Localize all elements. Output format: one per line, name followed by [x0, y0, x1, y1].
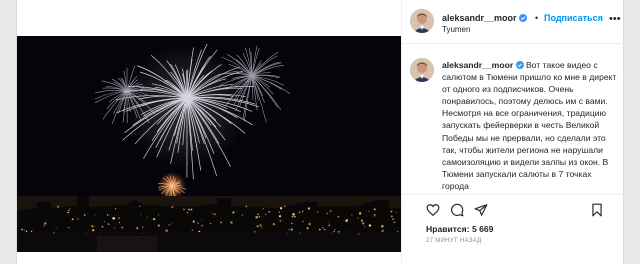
comment-icon[interactable]: [450, 203, 464, 217]
post-video[interactable]: [17, 36, 401, 252]
verified-badge-icon: [515, 61, 524, 69]
caption-body: aleksandr__moor Вот такое видео с салюто…: [442, 59, 618, 192]
avatar[interactable]: [410, 9, 434, 33]
author-username-text[interactable]: aleksandr__moor: [442, 13, 517, 23]
heart-icon[interactable]: [426, 203, 440, 217]
post-card: aleksandr__moor • Подписаться Tyumen •••: [16, 0, 626, 264]
bookmark-icon[interactable]: [590, 203, 604, 217]
profile-photo-icon: [410, 58, 434, 82]
paper-plane-icon[interactable]: [474, 203, 488, 217]
fireworks-video-frame: [17, 36, 401, 252]
caption-text: Вот такое видео с салютом в Тюмени пришл…: [442, 60, 617, 191]
post-timestamp[interactable]: 27 МИНУТ НАЗАД: [426, 238, 481, 244]
follow-button[interactable]: Подписаться: [544, 13, 603, 23]
verified-badge-icon: [519, 14, 528, 22]
header-separator: •: [535, 13, 539, 23]
caption-username[interactable]: aleksandr__moor: [442, 60, 513, 70]
location-link[interactable]: Tyumen: [442, 25, 470, 34]
more-options-icon[interactable]: •••: [609, 13, 621, 25]
post-caption: aleksandr__moor Вот такое видео с салюто…: [402, 44, 626, 194]
post-header: aleksandr__moor • Подписаться Tyumen •••: [402, 0, 626, 44]
profile-photo-icon: [410, 9, 434, 33]
post-sidebar: aleksandr__moor • Подписаться Tyumen •••: [401, 0, 626, 264]
author-username[interactable]: aleksandr__moor: [442, 13, 528, 23]
likes-count[interactable]: Нравится: 5 669: [426, 224, 493, 234]
caption-avatar[interactable]: [410, 58, 434, 82]
